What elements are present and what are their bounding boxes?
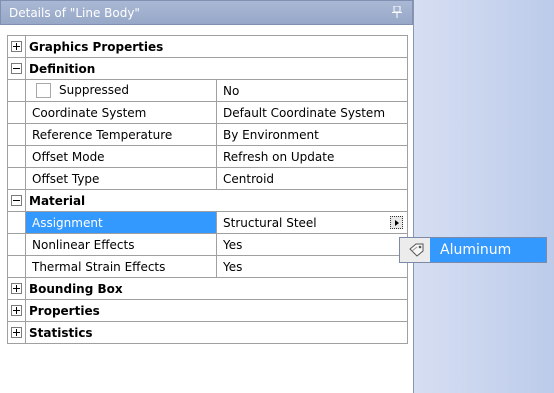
property-row[interactable]: Reference Temperature By Environment [7, 123, 408, 146]
expander-cell [7, 101, 26, 124]
category-label: Statistics [25, 321, 408, 344]
expander-cell [7, 123, 26, 146]
collapse-minus-icon[interactable] [11, 195, 22, 206]
expand-plus-icon[interactable] [11, 41, 22, 52]
property-name-cell[interactable]: Offset Type [25, 167, 217, 190]
property-row[interactable]: Assignment Structural Steel [7, 211, 408, 234]
details-panel: Details of "Line Body" Graphics Properti… [0, 0, 413, 393]
property-row[interactable]: Thermal Strain Effects Yes [7, 255, 408, 278]
expander-cell [7, 189, 26, 212]
details-grid: Graphics Properties Definition Suppressed N… [7, 35, 408, 344]
category-row[interactable]: Graphics Properties [7, 35, 408, 58]
property-row[interactable]: Coordinate System Default Coordinate Syst… [7, 101, 408, 124]
panel-header: Details of "Line Body" [0, 0, 413, 25]
property-value-cell[interactable]: Centroid [216, 167, 408, 190]
property-name: Thermal Strain Effects [32, 259, 166, 274]
expand-plus-icon[interactable] [11, 305, 22, 316]
dropdown-arrow-icon[interactable] [390, 216, 403, 229]
property-value-cell[interactable]: Default Coordinate System [216, 101, 408, 124]
property-value: No [223, 83, 240, 98]
category-row[interactable]: Material [7, 189, 408, 212]
property-name-cell[interactable]: Thermal Strain Effects [25, 255, 217, 278]
property-name: Offset Mode [32, 149, 105, 164]
property-value: Yes [223, 259, 243, 274]
property-name-cell[interactable]: Reference Temperature [25, 123, 217, 146]
expand-plus-icon[interactable] [11, 283, 22, 294]
property-name-cell[interactable]: Offset Mode [25, 145, 217, 168]
expand-plus-icon[interactable] [11, 327, 22, 338]
property-value-cell[interactable]: Yes [216, 255, 408, 278]
pin-icon[interactable] [392, 6, 402, 18]
dropdown-item-aluminum[interactable]: Aluminum [430, 238, 546, 262]
property-value: Structural Steel [223, 215, 317, 230]
property-value: Default Coordinate System [223, 105, 386, 120]
material-dropdown-popup: Aluminum [399, 237, 547, 263]
expander-cell [7, 299, 26, 322]
expander-cell [7, 277, 26, 300]
property-name: Reference Temperature [32, 127, 173, 142]
property-value-cell[interactable]: Yes [216, 233, 408, 256]
category-label: Definition [25, 57, 408, 80]
property-row[interactable]: Suppressed No [7, 79, 408, 102]
graphics-viewport[interactable] [413, 0, 554, 393]
property-value: By Environment [223, 127, 319, 142]
property-name: Assignment [32, 215, 103, 230]
property-row[interactable]: Offset Type Centroid [7, 167, 408, 190]
category-row[interactable]: Definition [7, 57, 408, 80]
expander-cell [7, 255, 26, 278]
category-label: Properties [25, 299, 408, 322]
property-value: Yes [223, 237, 243, 252]
property-value-cell[interactable]: Refresh on Update [216, 145, 408, 168]
collapse-minus-icon[interactable] [11, 63, 22, 74]
category-label: Graphics Properties [25, 35, 408, 58]
popup-icon-area [400, 238, 430, 262]
property-value: Refresh on Update [223, 149, 335, 164]
property-row[interactable]: Offset Mode Refresh on Update [7, 145, 408, 168]
expander-cell [7, 57, 26, 80]
material-tag-icon [409, 243, 424, 257]
category-row[interactable]: Properties [7, 299, 408, 322]
expander-cell [7, 167, 26, 190]
category-label: Bounding Box [25, 277, 408, 300]
category-row[interactable]: Statistics [7, 321, 408, 344]
panel-title: Details of "Line Body" [9, 6, 140, 20]
expander-cell [7, 321, 26, 344]
property-name: Offset Type [32, 171, 100, 186]
property-value-cell[interactable]: No [216, 79, 408, 102]
property-row[interactable]: Nonlinear Effects Yes [7, 233, 408, 256]
expander-cell [7, 79, 26, 102]
expander-cell [7, 211, 26, 234]
expander-cell [7, 145, 26, 168]
expander-cell [7, 35, 26, 58]
property-value-cell[interactable]: Structural Steel [216, 211, 408, 234]
property-name-cell[interactable]: Coordinate System [25, 101, 217, 124]
suppressed-checkbox[interactable] [36, 83, 51, 98]
property-value: Centroid [223, 171, 275, 186]
property-name-cell[interactable]: Suppressed [25, 79, 217, 102]
property-name-cell[interactable]: Assignment [25, 211, 217, 234]
property-name: Suppressed [59, 83, 130, 97]
category-row[interactable]: Bounding Box [7, 277, 408, 300]
category-label: Material [25, 189, 408, 212]
expander-cell [7, 233, 26, 256]
property-name-cell[interactable]: Nonlinear Effects [25, 233, 217, 256]
property-name: Coordinate System [32, 105, 147, 120]
property-name: Nonlinear Effects [32, 237, 135, 252]
property-value-cell[interactable]: By Environment [216, 123, 408, 146]
